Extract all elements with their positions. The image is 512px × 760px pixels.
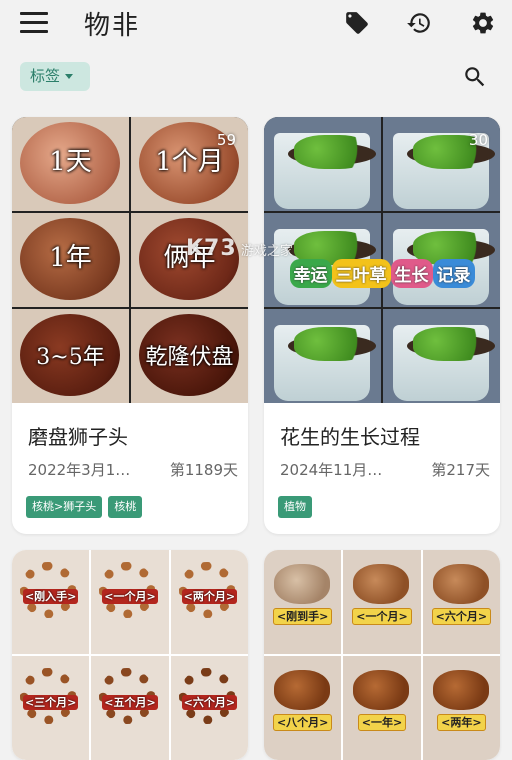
stage-label: <一个月> (102, 589, 158, 604)
watermark: K73 游戏之家 (186, 236, 293, 261)
photo-cell: <五个月> (91, 656, 169, 760)
banner-word: 幸运 (289, 259, 332, 288)
caret-down-icon (65, 74, 74, 79)
stage-label: 1年 (49, 243, 92, 273)
photo-cell: <六个月> (170, 656, 248, 760)
photo-cell: 1天 (12, 117, 129, 211)
stage-label: <五个月> (102, 695, 158, 710)
stage-label: <六个月> (431, 608, 492, 625)
card-days: 第1189天 (169, 461, 238, 479)
photo-cell: <六个月> (422, 550, 500, 654)
photo-cell: 1年 (12, 213, 129, 307)
tag-filter-chip[interactable]: 标签 (20, 62, 90, 91)
stage-label: 乾隆伏盘 (145, 345, 234, 370)
photo-cell: <两个月> (170, 550, 248, 654)
watermark-text: 游戏之家 (240, 244, 293, 259)
photo-cell (264, 309, 381, 403)
app-bar: 物非 (0, 0, 512, 46)
app-title: 物非 (84, 11, 141, 41)
card-meta: 2022年3月1… 第1189天 (28, 459, 238, 480)
photo-cell: <刚入手> (12, 550, 90, 654)
history-icon[interactable] (406, 10, 432, 36)
tag-filter-label: 标签 (30, 67, 61, 85)
card-thumbnail: 幸运 三叶草 生长 记录 30 (264, 117, 500, 403)
photo-cell: <一年> (343, 656, 421, 760)
photo-cell: <一个月> (91, 550, 169, 654)
tag-list: 植物 (278, 495, 318, 518)
stage-label: <八个月> (272, 714, 333, 731)
card-meta: 2024年11月… 第217天 (280, 459, 490, 480)
photo-cell (264, 117, 381, 211)
photo-cell (383, 309, 500, 403)
card-title: 花生的生长过程 (280, 425, 420, 449)
card-days: 第217天 (431, 461, 490, 479)
photo-cell: 3~5年 (12, 309, 129, 403)
card-date: 2022年3月1… (28, 461, 131, 479)
stage-label: <六个月> (181, 695, 238, 710)
stage-label: <刚入手> (22, 589, 79, 604)
tag-badge[interactable]: 核桃 (108, 496, 143, 518)
item-card[interactable]: 1天 1个月 1年 俩年 3~5年 乾隆伏盘 59 磨盘狮子头 2022年3月1… (12, 117, 248, 534)
stage-label: <一年> (357, 714, 407, 731)
watermark-brand: K73 (186, 236, 237, 261)
tag-badge[interactable]: 植物 (278, 496, 312, 518)
photo-count: 59 (216, 131, 236, 149)
photo-cell: <八个月> (264, 656, 342, 760)
banner-word: 生长 (390, 259, 433, 288)
card-title: 磨盘狮子头 (28, 425, 128, 449)
card-thumbnail: <刚到手> <一个月> <六个月> <八个月> <一年> <两年> (264, 550, 500, 760)
menu-icon[interactable] (20, 12, 48, 34)
tag-list: 核桃>狮子头 核桃 (26, 495, 148, 518)
banner-word: 记录 (432, 259, 475, 288)
photo-cell: 乾隆伏盘 (131, 309, 248, 403)
photo-cell: <两年> (422, 656, 500, 760)
banner-word: 三叶草 (331, 259, 391, 288)
stage-label: 3~5年 (36, 345, 105, 370)
stage-label: <一个月> (352, 608, 412, 625)
photo-cell: <三个月> (12, 656, 90, 760)
search-icon[interactable] (462, 64, 488, 90)
card-thumbnail: <刚入手> <一个月> <两个月> <三个月> <五个月> <六个月> (12, 550, 248, 760)
stage-label: <两个月> (181, 589, 238, 604)
photo-banner: 幸运 三叶草 生长 记录 (270, 259, 494, 288)
item-card[interactable]: <刚到手> <一个月> <六个月> <八个月> <一年> <两年> (264, 550, 500, 760)
card-date: 2024年11月… (280, 461, 383, 479)
item-card[interactable]: <刚入手> <一个月> <两个月> <三个月> <五个月> <六个月> (12, 550, 248, 760)
stage-label: <刚到手> (272, 608, 333, 625)
stage-label: 1天 (49, 147, 92, 177)
stage-label: <两年> (437, 714, 486, 731)
gear-icon[interactable] (470, 10, 496, 36)
item-card[interactable]: 幸运 三叶草 生长 记录 30 花生的生长过程 2024年11月… 第217天 植物 (264, 117, 500, 534)
tag-badge[interactable]: 核桃>狮子头 (26, 496, 103, 518)
stage-label: <三个月> (22, 695, 79, 710)
photo-cell: <一个月> (343, 550, 421, 654)
tag-icon[interactable] (344, 10, 370, 36)
photo-cell: <刚到手> (264, 550, 342, 654)
photo-count: 30 (468, 131, 488, 149)
